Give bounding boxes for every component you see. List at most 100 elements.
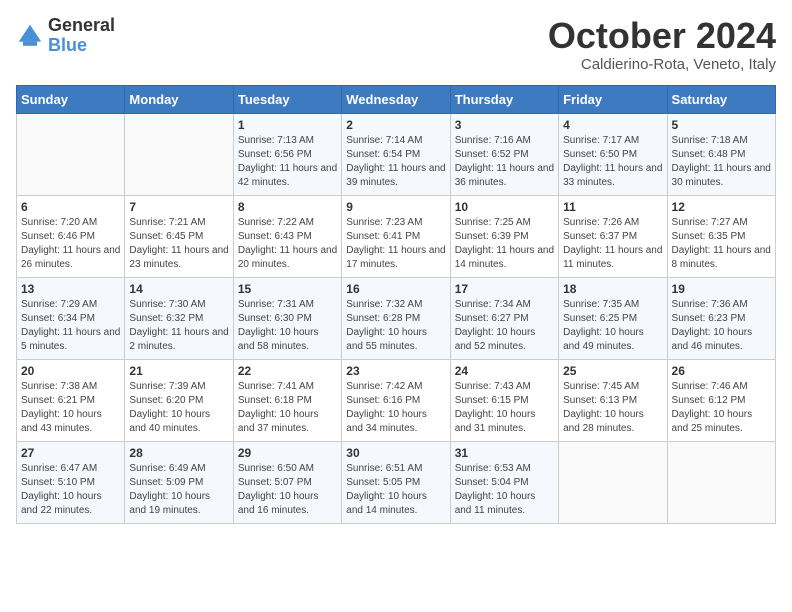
day-info: Sunrise: 7:23 AM Sunset: 6:41 PM Dayligh…: [346, 216, 445, 272]
calendar-day-cell: 29Sunrise: 6:50 AM Sunset: 5:07 PM Dayli…: [233, 441, 341, 523]
day-number: 17: [455, 282, 554, 296]
day-of-week-header: Wednesday: [342, 85, 450, 113]
calendar-week-row: 6 Sunrise: 7:20 AM Sunset: 6:46 PM Daylig…: [17, 195, 776, 277]
day-info: Sunrise: 7:29 AM Sunset: 6:34 PM Dayligh…: [21, 298, 120, 354]
calendar-table: SundayMondayTuesdayWednesdayThursdayFrid…: [16, 85, 776, 524]
day-number: 31: [455, 446, 554, 460]
day-info: Sunrise: 7:17 AM Sunset: 6:50 PM Dayligh…: [563, 134, 662, 190]
logo: General Blue: [16, 16, 115, 56]
day-number: 19: [672, 282, 771, 296]
day-number: 28: [129, 446, 228, 460]
day-number: 8: [238, 200, 337, 214]
day-info: Sunrise: 6:49 AM Sunset: 5:09 PM Dayligh…: [129, 462, 228, 518]
calendar-day-cell: 31 Sunrise: 6:53 AM Sunset: 5:04 PM Dayli…: [450, 441, 558, 523]
calendar-day-cell: 21Sunrise: 7:39 AM Sunset: 6:20 PM Dayli…: [125, 359, 233, 441]
day-info: Sunrise: 7:20 AM Sunset: 6:46 PM Dayligh…: [21, 216, 120, 272]
calendar-day-cell: 30 Sunrise: 6:51 AM Sunset: 5:05 PM Dayli…: [342, 441, 450, 523]
day-info: Sunrise: 7:16 AM Sunset: 6:52 PM Dayligh…: [455, 134, 554, 190]
calendar-day-cell: 19 Sunrise: 7:36 AM Sunset: 6:23 PM Dayli…: [667, 277, 775, 359]
day-number: 16: [346, 282, 445, 296]
calendar-day-cell: [17, 113, 125, 195]
day-number: 14: [129, 282, 228, 296]
day-info: Sunrise: 7:22 AM Sunset: 6:43 PM Dayligh…: [238, 216, 337, 272]
logo-text: General Blue: [48, 16, 115, 56]
day-of-week-header: Thursday: [450, 85, 558, 113]
day-info: Sunrise: 7:18 AM Sunset: 6:48 PM Dayligh…: [672, 134, 771, 190]
calendar-day-cell: 24Sunrise: 7:43 AM Sunset: 6:15 PM Dayli…: [450, 359, 558, 441]
day-number: 25: [563, 364, 662, 378]
day-number: 1: [238, 118, 337, 132]
calendar-day-cell: [667, 441, 775, 523]
day-number: 3: [455, 118, 554, 132]
calendar-day-cell: 8 Sunrise: 7:22 AM Sunset: 6:43 PM Daylig…: [233, 195, 341, 277]
calendar-day-cell: 12Sunrise: 7:27 AM Sunset: 6:35 PM Dayli…: [667, 195, 775, 277]
calendar-day-cell: 7Sunrise: 7:21 AM Sunset: 6:45 PM Daylig…: [125, 195, 233, 277]
calendar-week-row: 20 Sunrise: 7:38 AM Sunset: 6:21 PM Dayli…: [17, 359, 776, 441]
calendar-day-cell: 13Sunrise: 7:29 AM Sunset: 6:34 PM Dayli…: [17, 277, 125, 359]
calendar-day-cell: 10 Sunrise: 7:25 AM Sunset: 6:39 PM Dayli…: [450, 195, 558, 277]
day-number: 20: [21, 364, 120, 378]
day-info: Sunrise: 6:53 AM Sunset: 5:04 PM Dayligh…: [455, 462, 554, 518]
day-of-week-header: Friday: [559, 85, 667, 113]
day-number: 15: [238, 282, 337, 296]
calendar-week-row: 27 Sunrise: 6:47 AM Sunset: 5:10 PM Dayli…: [17, 441, 776, 523]
calendar-day-cell: 14 Sunrise: 7:30 AM Sunset: 6:32 PM Dayli…: [125, 277, 233, 359]
calendar-day-cell: 1 Sunrise: 7:13 AM Sunset: 6:56 PM Daylig…: [233, 113, 341, 195]
day-info: Sunrise: 7:34 AM Sunset: 6:27 PM Dayligh…: [455, 298, 554, 354]
calendar-day-cell: 25 Sunrise: 7:45 AM Sunset: 6:13 PM Dayli…: [559, 359, 667, 441]
calendar-day-cell: 18Sunrise: 7:35 AM Sunset: 6:25 PM Dayli…: [559, 277, 667, 359]
day-info: Sunrise: 6:47 AM Sunset: 5:10 PM Dayligh…: [21, 462, 120, 518]
day-number: 2: [346, 118, 445, 132]
day-number: 9: [346, 200, 445, 214]
day-of-week-header: Tuesday: [233, 85, 341, 113]
day-of-week-header: Saturday: [667, 85, 775, 113]
day-number: 10: [455, 200, 554, 214]
day-number: 22: [238, 364, 337, 378]
calendar-day-cell: [559, 441, 667, 523]
day-number: 30: [346, 446, 445, 460]
day-info: Sunrise: 7:31 AM Sunset: 6:30 PM Dayligh…: [238, 298, 337, 354]
day-info: Sunrise: 7:41 AM Sunset: 6:18 PM Dayligh…: [238, 380, 337, 436]
calendar-day-cell: 2Sunrise: 7:14 AM Sunset: 6:54 PM Daylig…: [342, 113, 450, 195]
day-number: 21: [129, 364, 228, 378]
calendar-day-cell: 17 Sunrise: 7:34 AM Sunset: 6:27 PM Dayli…: [450, 277, 558, 359]
calendar-day-cell: 6 Sunrise: 7:20 AM Sunset: 6:46 PM Daylig…: [17, 195, 125, 277]
day-info: Sunrise: 6:51 AM Sunset: 5:05 PM Dayligh…: [346, 462, 445, 518]
calendar-week-row: 1 Sunrise: 7:13 AM Sunset: 6:56 PM Daylig…: [17, 113, 776, 195]
calendar-week-row: 13Sunrise: 7:29 AM Sunset: 6:34 PM Dayli…: [17, 277, 776, 359]
day-info: Sunrise: 7:26 AM Sunset: 6:37 PM Dayligh…: [563, 216, 662, 272]
day-of-week-header: Sunday: [17, 85, 125, 113]
calendar-body: 1 Sunrise: 7:13 AM Sunset: 6:56 PM Daylig…: [17, 113, 776, 523]
calendar-day-cell: 9 Sunrise: 7:23 AM Sunset: 6:41 PM Daylig…: [342, 195, 450, 277]
day-of-week-header: Monday: [125, 85, 233, 113]
title-block: October 2024 Caldierino-Rota, Veneto, It…: [548, 16, 776, 73]
calendar-day-cell: 23 Sunrise: 7:42 AM Sunset: 6:16 PM Dayli…: [342, 359, 450, 441]
day-number: 5: [672, 118, 771, 132]
day-number: 18: [563, 282, 662, 296]
day-number: 29: [238, 446, 337, 460]
day-number: 11: [563, 200, 662, 214]
day-info: Sunrise: 7:30 AM Sunset: 6:32 PM Dayligh…: [129, 298, 228, 354]
day-info: Sunrise: 7:36 AM Sunset: 6:23 PM Dayligh…: [672, 298, 771, 354]
calendar-day-cell: 3 Sunrise: 7:16 AM Sunset: 6:52 PM Daylig…: [450, 113, 558, 195]
calendar-day-cell: 28 Sunrise: 6:49 AM Sunset: 5:09 PM Dayli…: [125, 441, 233, 523]
day-number: 27: [21, 446, 120, 460]
calendar-day-cell: 20 Sunrise: 7:38 AM Sunset: 6:21 PM Dayli…: [17, 359, 125, 441]
day-info: Sunrise: 7:25 AM Sunset: 6:39 PM Dayligh…: [455, 216, 554, 272]
day-info: Sunrise: 7:45 AM Sunset: 6:13 PM Dayligh…: [563, 380, 662, 436]
day-info: Sunrise: 7:46 AM Sunset: 6:12 PM Dayligh…: [672, 380, 771, 436]
calendar-day-cell: [125, 113, 233, 195]
day-number: 4: [563, 118, 662, 132]
day-info: Sunrise: 7:42 AM Sunset: 6:16 PM Dayligh…: [346, 380, 445, 436]
month-title: October 2024: [548, 16, 776, 56]
day-info: Sunrise: 7:38 AM Sunset: 6:21 PM Dayligh…: [21, 380, 120, 436]
location: Caldierino-Rota, Veneto, Italy: [548, 56, 776, 73]
day-info: Sunrise: 7:43 AM Sunset: 6:15 PM Dayligh…: [455, 380, 554, 436]
page-header: General Blue October 2024 Caldierino-Rot…: [16, 16, 776, 73]
day-number: 6: [21, 200, 120, 214]
day-info: Sunrise: 7:27 AM Sunset: 6:35 PM Dayligh…: [672, 216, 771, 272]
calendar-day-cell: 16Sunrise: 7:32 AM Sunset: 6:28 PM Dayli…: [342, 277, 450, 359]
day-number: 23: [346, 364, 445, 378]
calendar-day-cell: 5 Sunrise: 7:18 AM Sunset: 6:48 PM Daylig…: [667, 113, 775, 195]
day-info: Sunrise: 7:13 AM Sunset: 6:56 PM Dayligh…: [238, 134, 337, 190]
